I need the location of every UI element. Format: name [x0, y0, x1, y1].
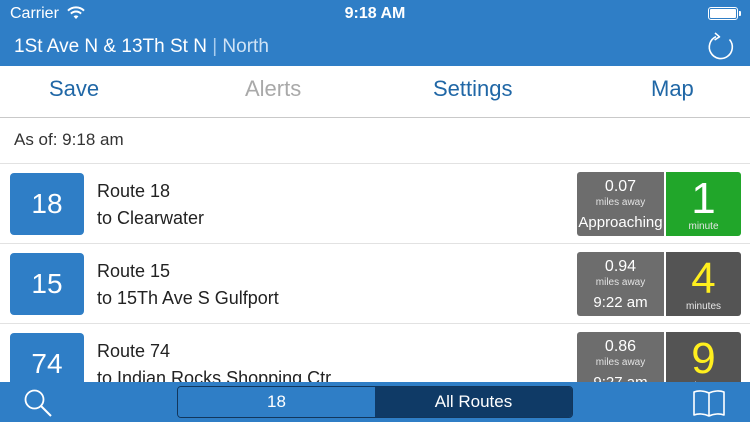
distance-unit: miles away — [595, 357, 646, 368]
route-destination: to Clearwater — [97, 208, 205, 228]
arrival-row[interactable]: 18 Route 18 to Clearwater 0.07 miles awa… — [0, 164, 750, 244]
arrival-row[interactable]: 74 Route 74 to Indian Rocks Shopping Ctr… — [0, 324, 750, 382]
stop-separator: | — [212, 36, 218, 57]
arrival-time: 9:27 am — [577, 374, 664, 382]
distance-unit: miles away — [595, 197, 646, 208]
route-filter[interactable]: 18 All Routes — [177, 386, 573, 418]
alerts-button[interactable]: Alerts — [245, 76, 301, 102]
stop-title: 1St Ave N & 13Th St N | North — [14, 36, 269, 58]
bottom-toolbar: 18 All Routes — [0, 382, 750, 422]
distance-value: 0.86 — [604, 338, 637, 355]
top-bar: Carrier 9:18 AM 1St Ave N & 13Th St N | … — [0, 0, 750, 66]
distance-unit: miles away — [595, 277, 646, 288]
filter-option-all-routes[interactable]: All Routes — [375, 387, 572, 417]
arrival-time: 9:22 am — [593, 294, 648, 311]
route-destination: to 15Th Ave S Gulfport — [97, 288, 279, 308]
arrivals-list[interactable]: 18 Route 18 to Clearwater 0.07 miles awa… — [0, 164, 750, 382]
route-badge: 15 — [10, 253, 84, 315]
stop-direction: North — [222, 36, 269, 57]
book-icon[interactable] — [692, 388, 726, 418]
minutes-value: 4 — [691, 254, 716, 303]
route-name: Route 15 — [97, 261, 171, 281]
distance-value: 0.94 — [604, 258, 637, 275]
distance-box: 0.86 miles away 9:27 am — [577, 332, 664, 382]
minutes-box: 9 minutes — [666, 332, 741, 382]
route-badge: 74 — [10, 333, 84, 382]
as-of-row: As of: 9:18 am — [0, 118, 750, 164]
status-time: 9:18 AM — [344, 5, 406, 22]
minutes-box: 1 minute — [666, 172, 741, 236]
menu-bar: Save Alerts Settings Map — [0, 66, 750, 118]
minutes-unit: minutes — [685, 301, 721, 312]
arrival-time: Approaching — [578, 214, 663, 231]
status-bar: Carrier 9:18 AM — [0, 0, 750, 30]
save-button[interactable]: Save — [49, 76, 99, 102]
route-name: Route 18 — [97, 181, 171, 201]
minutes-value: 1 — [691, 174, 716, 223]
settings-button[interactable]: Settings — [433, 76, 513, 102]
distance-box: 0.94 miles away 9:22 am — [577, 252, 664, 316]
route-name: Route 74 — [97, 341, 171, 361]
route-destination: to Indian Rocks Shopping Ctr — [97, 368, 332, 382]
search-icon[interactable] — [22, 387, 54, 419]
arrival-row[interactable]: 15 Route 15 to 15Th Ave S Gulfport 0.94 … — [0, 244, 750, 324]
route-badge: 18 — [10, 173, 84, 235]
filter-option-18[interactable]: 18 — [178, 387, 375, 417]
minutes-box: 4 minutes — [666, 252, 741, 316]
minutes-unit: minute — [688, 221, 719, 232]
map-button[interactable]: Map — [651, 76, 694, 102]
minutes-value: 9 — [691, 334, 716, 382]
distance-box: 0.07 miles away Approaching — [577, 172, 664, 236]
refresh-icon[interactable] — [704, 30, 738, 64]
stop-name: 1St Ave N & 13Th St N — [14, 36, 207, 57]
distance-value: 0.07 — [604, 178, 637, 195]
battery-icon — [708, 7, 741, 20]
as-of-label: As of: 9:18 am — [14, 130, 124, 149]
